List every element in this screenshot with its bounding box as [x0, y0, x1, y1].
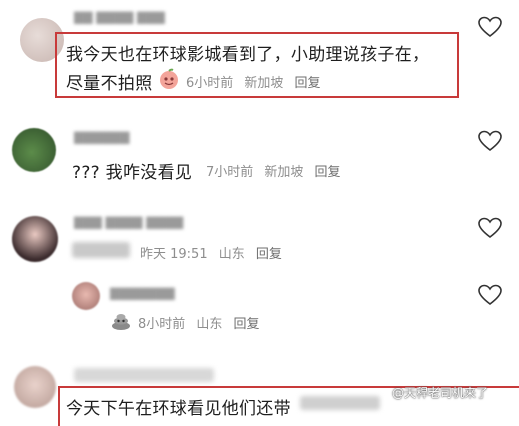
- comment-text: 我今天也在环球影城看到了，小助理说孩子在，: [66, 45, 430, 65]
- comment-meta: 昨天 19:51 山东 回复: [140, 243, 282, 262]
- blurred-comment-text: [72, 242, 130, 258]
- poop-emoji-icon: [110, 309, 132, 331]
- comment-location: 新加坡: [264, 165, 304, 180]
- reply-meta: 8小时前 山东 回复: [138, 313, 260, 332]
- comment-time: 7小时前: [206, 165, 254, 180]
- comment-location: 山东: [218, 247, 245, 262]
- comment-username[interactable]: ▇▇ ▇▇▇▇ ▇▇▇: [74, 10, 165, 24]
- peach-emoji-icon: [158, 68, 180, 90]
- like-heart-icon[interactable]: [478, 130, 502, 152]
- like-heart-icon[interactable]: [478, 284, 502, 306]
- like-heart-icon[interactable]: [478, 217, 502, 239]
- reply-location: 山东: [196, 317, 223, 332]
- comment-text: ??? 我咋没看见: [72, 163, 193, 183]
- blurred-comment-text: [300, 396, 380, 410]
- comment-time: 6小时前: [186, 76, 234, 91]
- comment-location: 新加坡: [244, 76, 284, 91]
- comment-text: 今天下午在环球看见他们还带: [66, 399, 291, 419]
- watermark: @天稈老司机来了: [392, 386, 489, 400]
- reply-button[interactable]: 回复: [256, 247, 282, 262]
- like-heart-icon[interactable]: [478, 16, 502, 38]
- reply-button[interactable]: 回复: [314, 165, 340, 180]
- avatar[interactable]: [12, 128, 56, 172]
- comment-username[interactable]: ▇▇▇ ▇▇▇▇ ▇▇▇▇: [74, 215, 183, 229]
- comment-meta: 7小时前 新加坡 回复: [206, 161, 341, 180]
- avatar[interactable]: [12, 216, 58, 262]
- reply-button[interactable]: 回复: [233, 317, 259, 332]
- comment-meta: 6小时前 新加坡 回复: [186, 72, 321, 91]
- reply-button[interactable]: 回复: [294, 76, 320, 91]
- reply-time: 8小时前: [138, 317, 186, 332]
- comment-username[interactable]: ▇▇▇▇▇▇: [74, 130, 129, 144]
- avatar[interactable]: [72, 282, 100, 310]
- blurred-username: [74, 368, 214, 382]
- comment-time: 昨天 19:51: [140, 247, 208, 262]
- reply-username[interactable]: ▇▇▇▇▇▇▇: [110, 286, 175, 300]
- avatar[interactable]: [14, 366, 56, 408]
- comment-text-line2: 尽量不拍照: [66, 74, 153, 94]
